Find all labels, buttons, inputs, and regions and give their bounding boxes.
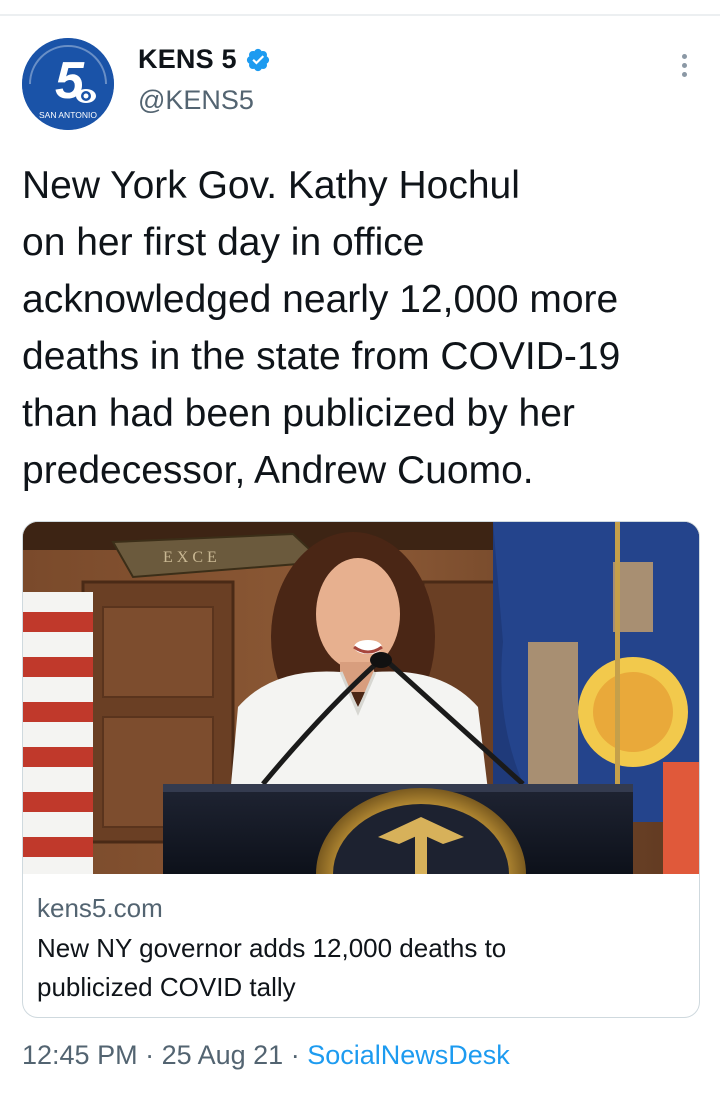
tweet-date[interactable]: 25 Aug 21	[162, 1040, 284, 1070]
wall-sign-text: EXCE	[163, 549, 221, 566]
meta-separator: ·	[137, 1040, 162, 1070]
top-divider	[0, 14, 720, 16]
account-handle[interactable]: @KENS5	[138, 85, 271, 116]
tweet-time[interactable]: 12:45 PM	[22, 1040, 138, 1070]
tweet-text: New York Gov. Kathy Hochul on her first …	[22, 164, 621, 492]
meta-separator-2: ·	[283, 1040, 308, 1070]
tweet-source-link[interactable]: SocialNewsDesk	[307, 1040, 510, 1070]
link-card-meta: kens5.com New NY governor adds 12,000 de…	[37, 891, 685, 1007]
verified-badge-icon	[246, 48, 269, 71]
link-card-image[interactable]: EXCE	[23, 522, 699, 874]
link-card-domain: kens5.com	[37, 893, 163, 923]
tweet-header: 5 SAN ANTONIO KENS 5 @KENS5	[22, 38, 698, 130]
more-options-icon[interactable]	[676, 54, 692, 84]
kens5-logo-icon: 5 SAN ANTONIO	[22, 38, 114, 130]
tweet-meta: 12:45 PM · 25 Aug 21 · SocialNewsDesk	[22, 1040, 510, 1071]
display-name-row: KENS 5	[138, 44, 271, 75]
account-names: KENS 5 @KENS5	[138, 44, 271, 116]
display-name[interactable]: KENS 5	[138, 44, 237, 75]
avatar[interactable]: 5 SAN ANTONIO	[22, 38, 114, 130]
cbs-eye-icon	[76, 89, 96, 103]
link-card-title: New NY governor adds 12,000 deaths to pu…	[37, 933, 507, 1002]
logo-caption: SAN ANTONIO	[39, 110, 97, 120]
link-card[interactable]: EXCE kens5.com New NY governor adds 12,0…	[22, 521, 700, 1018]
